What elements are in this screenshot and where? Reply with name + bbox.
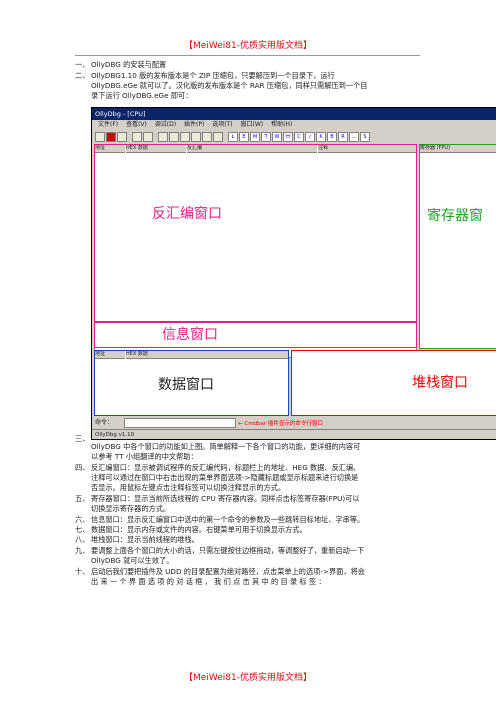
toolbar-btn-c[interactable]: C — [294, 132, 304, 142]
list-item: 十、 启动后我们要把插件及 UDD 的目录配置为绝对路径，点击菜单上的选项->界面… — [75, 567, 365, 576]
toolbar-btn-b[interactable]: B — [327, 132, 337, 142]
toolbar-btn-more[interactable]: ... — [349, 132, 359, 142]
trace-over-icon[interactable] — [191, 132, 201, 142]
command-input[interactable] — [124, 418, 236, 428]
open-icon[interactable] — [95, 132, 105, 142]
step-into-icon[interactable] — [158, 132, 168, 142]
list-item-cont: 否显示。用鼠标左键点击注释标签可以切换注释显示的方式。 — [91, 483, 286, 492]
list-item: 九、 要调整上面各个窗口的大小的话，只需左键按住边框拖动，等调整好了，重新启动一下 — [75, 546, 365, 555]
toolbar-btn-slash[interactable]: / — [305, 132, 315, 142]
pause-icon[interactable] — [143, 132, 153, 142]
registers-label: 寄存器窗 — [427, 208, 483, 224]
toolbar-btn-h[interactable]: H — [283, 132, 293, 142]
menu-file[interactable]: 文件(F) — [98, 121, 118, 128]
toolbar-btn-m[interactable]: M — [250, 132, 260, 142]
toolbar-btn-e[interactable]: E — [239, 132, 249, 142]
ollydbg-screenshot: OllyDbg - [CPU] 文件(F) 查看(V) 调试(D) 插件(P) … — [91, 107, 496, 440]
toolbar: L E M T W H C / K B R ... S — [92, 131, 496, 142]
dump-label: 数据窗口 — [158, 377, 214, 393]
menu-plugins[interactable]: 插件(P) — [184, 121, 204, 128]
goto-icon[interactable] — [213, 132, 223, 142]
menu-help[interactable]: 帮助(H) — [271, 121, 292, 128]
list-item-cont: OllyDBG.eGe 就可以了。汉化版的发布版本是个 RAR 压缩包，同样只需… — [91, 81, 368, 90]
toolbar-btn-s[interactable]: S — [360, 132, 370, 142]
execute-till-return-icon[interactable] — [202, 132, 212, 142]
command-label: 命令： — [95, 419, 114, 426]
list-item-cont: 出 来 一 个 界 面 选 项 的 对 话 框 ， 我 们 点 击 其 中 的 … — [91, 577, 326, 586]
menu-view[interactable]: 查看(V) — [126, 121, 147, 128]
header-banner: 【MeiWei81-优质实用版文档】 — [184, 41, 312, 51]
step-over-icon[interactable] — [169, 132, 179, 142]
stack-label: 堆栈窗口 — [412, 375, 468, 391]
list-item: 四、 反汇编窗口：显示被调试程序的反汇编代码，标题栏上的地址、HEG 数据、反汇编… — [75, 463, 361, 472]
toolbar-btn-r[interactable]: R — [338, 132, 348, 142]
footer-banner: 【MeiWei81-优质实用版文档】 — [184, 673, 312, 683]
menu-window[interactable]: 窗口(W) — [241, 121, 264, 128]
toolbar-btn-k[interactable]: K — [316, 132, 326, 142]
menu-bar: 文件(F) 查看(V) 调试(D) 插件(P) 选项(T) 窗口(W) 帮助(H… — [92, 120, 496, 130]
list-item: 二、 OllyDBG1.10 版的发布版本是个 ZIP 压缩包，只要解压到一个目录… — [75, 71, 335, 80]
restart-icon[interactable] — [106, 132, 116, 142]
disasm-highlight — [94, 144, 417, 322]
trace-into-icon[interactable] — [180, 132, 190, 142]
list-item-cont: 注释可以通过在窗口中右击出现的菜单界面选项->隐藏标题或显示标题来进行切换是 — [91, 473, 359, 482]
list-item: 一、 OllyDBG 的安装与配置 — [75, 60, 167, 69]
header-rule — [75, 55, 420, 56]
toolbar-btn-w[interactable]: W — [272, 132, 282, 142]
toolbar-btn-l[interactable]: L — [228, 132, 238, 142]
list-item: 六、 信息窗口：显示反汇编窗口中选中的第一个命令的参数及一些跳转目标地址、字串等。 — [75, 515, 365, 524]
list-item: 五、 寄存器窗口：显示当前所选线程的 CPU 寄存器内容。同样点击标签寄存器(FP… — [75, 494, 360, 503]
list-item-cont: 录下运行 OllyDBG.eGe 即可： — [91, 91, 193, 100]
toolbar-btn-t[interactable]: T — [261, 132, 271, 142]
disasm-label: 反汇编窗口 — [152, 206, 222, 222]
list-item: 七、 数据窗口：显示内存或文件的内容。右键菜单可用于切换显示方式。 — [75, 525, 307, 534]
list-item-cont: 切换显示寄存器的方式。 — [91, 504, 171, 513]
registers-highlight — [419, 144, 496, 349]
list-item-cont: OllyDBG 就可以生效了。 — [91, 556, 174, 565]
info-highlight — [94, 322, 417, 348]
run-icon[interactable] — [132, 132, 142, 142]
menu-options[interactable]: 选项(T) — [212, 121, 232, 128]
window-title: OllyDbg - [CPU] — [92, 108, 496, 120]
command-annotation: ← Cmdbar 插件显示的命令行窗口 — [238, 421, 323, 427]
list-item-cont: 以参考 TT 小组翻译的中文帮助： — [91, 452, 198, 461]
info-label: 信息窗口 — [162, 327, 218, 343]
list-item-cont: OllyDBG 中各个窗口的功能如上图。简单解释一下各个窗口的功能，更详细的内容… — [91, 442, 361, 451]
list-item: 八、 堆栈窗口：显示当前线程的堆栈。 — [75, 535, 199, 544]
close-icon[interactable] — [117, 132, 127, 142]
menu-debug[interactable]: 调试(D) — [155, 121, 176, 128]
